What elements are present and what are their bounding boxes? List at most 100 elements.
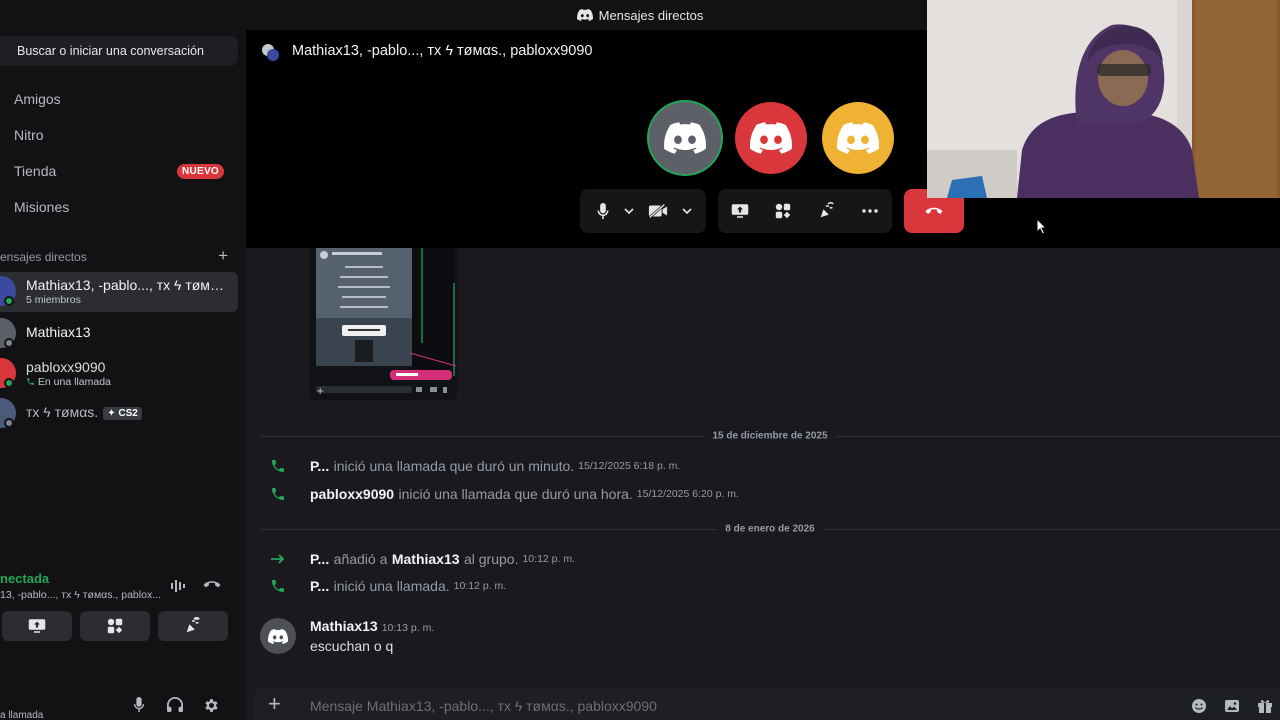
disconnect-icon[interactable] <box>203 580 221 590</box>
event-actor[interactable]: pabloxx9090 <box>310 486 394 502</box>
dm-status: En una llamada <box>26 376 111 388</box>
activities-button[interactable] <box>80 611 150 641</box>
sidebar-item-amigos[interactable]: Amigos <box>0 83 238 115</box>
image-attachment[interactable]: + <box>310 248 457 400</box>
dm-name: pabloxx9090 <box>26 359 106 375</box>
attachment-preview-image: + <box>310 248 457 400</box>
sidebar-item-misiones[interactable]: Misiones <box>0 191 238 223</box>
call-action-controls <box>718 189 892 233</box>
avatar[interactable] <box>260 618 296 654</box>
settings-gear-icon[interactable] <box>203 697 220 714</box>
online-status-icon <box>4 296 14 306</box>
dm-status-text: En una llamada <box>37 376 111 388</box>
message-author[interactable]: Mathiax13 <box>310 618 378 634</box>
game-tag-label: CS2 <box>118 408 138 419</box>
call-title: Mathiax13, -pablo..., тx ϟ тøмαѕ., pablo… <box>292 43 593 59</box>
event-text: inició una llamada. <box>333 578 450 594</box>
microphone-icon[interactable] <box>133 697 145 713</box>
more-icon <box>862 209 878 213</box>
dm-item-tomas[interactable]: тx ϟ тøмαѕ. ✦ CS2 <box>0 394 238 434</box>
add-attachment-icon[interactable]: + <box>268 692 281 716</box>
more-options-button[interactable] <box>849 189 893 233</box>
mute-button[interactable] <box>586 189 620 233</box>
voice-waveform-icon[interactable] <box>170 578 188 594</box>
offline-status-icon <box>4 418 14 428</box>
create-dm-icon[interactable]: + <box>218 247 228 264</box>
discord-avatar-icon <box>750 122 792 154</box>
dm-members-count: 5 miembros <box>26 294 81 306</box>
event-target[interactable]: Mathiax13 <box>392 551 460 567</box>
user-status-text: a llamada <box>0 710 44 720</box>
emoji-icon[interactable] <box>1191 698 1207 714</box>
voice-status: nectada <box>0 571 50 586</box>
window-title: Mensajes directos <box>598 7 704 23</box>
call-participant-tile[interactable] <box>822 102 894 174</box>
message-timestamp: 10:13 p. m. <box>381 622 435 634</box>
camera-options-button[interactable] <box>678 189 696 233</box>
event-text: inició una llamada que duró una hora. <box>398 486 633 502</box>
event-actor[interactable]: P... <box>310 458 329 474</box>
screen-share-icon <box>28 619 46 633</box>
message-input-placeholder[interactable]: Mensaje Mathiax13, -pablo..., тx ϟ тøмαѕ… <box>310 698 657 714</box>
chevron-down-icon <box>624 208 634 214</box>
dm-section-title: ensajes directos <box>0 250 87 264</box>
call-event: P... inició una llamada. 10:12 p. m. <box>260 576 506 596</box>
event-suffix: al grupo. <box>463 551 519 567</box>
call-participant-tile[interactable] <box>735 102 807 174</box>
headphones-icon[interactable] <box>166 697 184 713</box>
soundboard-button[interactable] <box>805 189 849 233</box>
hang-up-icon <box>925 207 943 214</box>
share-screen-button[interactable] <box>2 611 72 641</box>
message-text: escuchan o q <box>310 638 394 654</box>
dm-item-group[interactable]: Mathiax13, -pablo..., тx ϟ тøмαѕ., pablo… <box>0 272 238 312</box>
user-panel: a llamada <box>0 680 246 720</box>
member-added-event: P... añadió a Mathiax13 al grupo. 10:12 p… <box>260 549 575 569</box>
date-divider: 8 de enero de 2026 <box>260 523 1280 535</box>
new-badge: NUEVO <box>176 163 224 179</box>
dm-item-pabloxx9090[interactable]: pabloxx9090 En una llamada <box>0 354 238 394</box>
dm-sidebar: Buscar o iniciar una conversación Amigos… <box>0 30 246 720</box>
discord-avatar-icon <box>664 122 706 154</box>
sidebar-item-nitro[interactable]: Nitro <box>0 119 238 151</box>
dm-name: Mathiax13 <box>26 324 91 340</box>
activities-icon <box>776 203 791 219</box>
event-timestamp: 15/12/2025 6:20 p. m. <box>636 488 739 500</box>
online-status-icon <box>4 378 14 388</box>
phone-icon <box>272 488 284 500</box>
activities-icon <box>107 618 123 634</box>
discord-avatar-icon <box>268 628 288 644</box>
phone-icon <box>27 378 34 385</box>
chevron-down-icon <box>682 208 692 214</box>
call-participant-tile[interactable] <box>649 102 721 174</box>
soundboard-icon <box>820 202 834 218</box>
webcam-frame-image <box>927 0 1280 198</box>
mic-options-button[interactable] <box>620 189 638 233</box>
event-actor[interactable]: P... <box>310 551 329 567</box>
date-divider: 15 de diciembre de 2025 <box>260 430 1280 442</box>
phone-icon-wrap <box>260 578 310 594</box>
share-screen-button[interactable] <box>718 189 762 233</box>
offline-status-icon <box>4 338 14 348</box>
camera-button[interactable] <box>638 189 678 233</box>
event-verb: añadió a <box>333 551 388 567</box>
search-conversation-button[interactable]: Buscar o iniciar una conversación <box>0 36 238 66</box>
discord-avatar-icon <box>837 122 879 154</box>
activities-button[interactable] <box>762 189 806 233</box>
dm-name: тx ϟ тøмαѕ. <box>26 404 99 420</box>
arrow-right-icon <box>271 554 285 564</box>
voice-channel-name: 13, -pablo..., тx ϟ тøмαѕ., pablox... <box>0 589 161 601</box>
dm-item-mathiax13[interactable]: Mathiax13 <box>0 314 238 354</box>
event-text: inició una llamada que duró un minuto. <box>333 458 575 474</box>
image-icon[interactable] <box>1224 698 1240 714</box>
mouse-cursor-icon <box>1036 218 1047 235</box>
dm-name-row: тx ϟ тøмαѕ. ✦ CS2 <box>26 404 226 420</box>
event-actor[interactable]: P... <box>310 578 329 594</box>
date-divider-label: 15 de diciembre de 2025 <box>704 430 836 442</box>
soundboard-button[interactable] <box>158 611 228 641</box>
message-composer[interactable]: + Mensaje Mathiax13, -pablo..., тx ϟ тøм… <box>254 688 1280 720</box>
phone-icon <box>272 460 284 472</box>
game-tag: ✦ CS2 <box>103 407 142 420</box>
gift-icon[interactable] <box>1257 698 1273 714</box>
sidebar-item-tienda[interactable]: Tienda NUEVO <box>0 155 238 187</box>
event-timestamp: 10:12 p. m. <box>453 580 507 592</box>
